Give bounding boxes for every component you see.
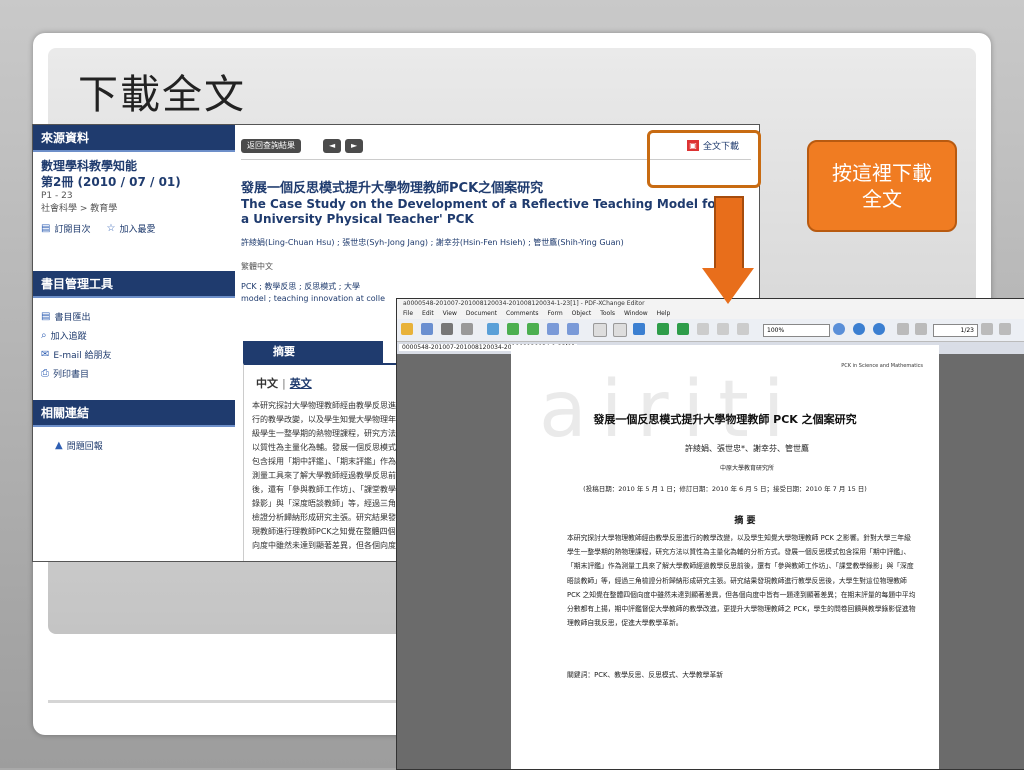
menu-view[interactable]: View <box>443 309 457 319</box>
tools-list: ▤ 書目匯出 ⌕ 加入追蹤 ✉ E-mail 給朋友 ⎙ 列印書目 <box>33 298 235 392</box>
back-icon[interactable] <box>507 323 519 335</box>
page-number-input[interactable]: 1/23 <box>933 324 978 337</box>
slide-title: 下載全文 <box>78 72 246 118</box>
keywords-line-1[interactable]: PCK ; 教學反思 ; 反思模式 ; 大學 <box>241 281 411 293</box>
last-page-icon[interactable] <box>999 323 1011 335</box>
source-heading: 來源資料 <box>33 125 235 152</box>
page-running-header: PCK in Science and Mathematics <box>841 363 923 369</box>
paper-title: 發展一個反思模式提升大學物理教師 PCK 之個案研究 <box>593 413 857 426</box>
pdf-viewer-screenshot: a0000548-201007-201008120034-20100812003… <box>396 298 1024 770</box>
hand-tool-icon[interactable] <box>593 323 607 337</box>
zoom-tool-icon[interactable] <box>833 323 845 335</box>
keyword-list[interactable]: PCK ; 教學反思 ; 反思模式 ; 大學 model ; teaching … <box>241 281 411 305</box>
article-title-zh: 發展一個反思模式提升大學物理教師PCK之個案研究 <box>241 181 544 196</box>
subscribe-icon: ▤ <box>41 223 51 234</box>
star-icon: ☆ <box>106 223 116 234</box>
pdf-menubar: File Edit View Document Comments Form Ob… <box>397 309 1024 319</box>
sidebar: 來源資料 數理學科教學知能 第2冊 (2010 / 07 / 01) P1 - … <box>33 125 235 561</box>
snapshot-icon[interactable] <box>633 323 645 335</box>
subscribe-toc-link[interactable]: 訂閱目次 <box>54 222 90 235</box>
add-favorite-link[interactable]: 加入最愛 <box>119 222 155 235</box>
abstract-lang-zh[interactable]: 中文 <box>256 377 278 390</box>
abstract-language-switch: 中文 | 英文 <box>256 375 312 391</box>
related-heading: 相關連結 <box>33 400 235 427</box>
tool-follow[interactable]: ⌕ 加入追蹤 <box>41 329 227 342</box>
abstract-heading: 摘 要 <box>734 516 756 526</box>
paper-dates: (投稿日期：2010 年 5 月 1 日；修訂日期：2010 年 6 月 5 日… <box>583 485 867 493</box>
mail-icon: ✉ <box>41 349 50 360</box>
paper-keywords: 關鍵詞：PCK、教學反思、反思模式、大學教學革新 <box>567 671 724 679</box>
actual-size-icon[interactable] <box>737 323 749 335</box>
zoom-in-icon[interactable] <box>853 323 865 335</box>
paper-abstract: 本研究探討大學物理教師經由教學反思進行的教學改變，以及學生知覺大學物理教師 PC… <box>567 534 916 628</box>
forward-icon[interactable] <box>527 323 539 335</box>
select-text-icon[interactable] <box>613 323 627 337</box>
first-page-icon[interactable] <box>897 323 909 335</box>
zoom-out-icon[interactable] <box>873 323 885 335</box>
journal-title[interactable]: 數理學科教學知能 <box>41 158 227 174</box>
tools-heading: 書目管理工具 <box>33 271 235 298</box>
fit-width-icon[interactable] <box>717 323 729 335</box>
tool-export[interactable]: ▤ 書目匯出 <box>41 310 227 323</box>
menu-file[interactable]: File <box>403 309 413 319</box>
airiti-watermark: airiti <box>539 365 799 455</box>
article-language: 繁體中文 <box>241 262 273 271</box>
next-page-icon[interactable] <box>981 323 993 335</box>
page-range: P1 - 23 <box>41 191 73 201</box>
warning-icon: ▲ <box>55 440 63 451</box>
undo-icon[interactable] <box>547 323 559 335</box>
abstract-tab[interactable]: 摘要 <box>243 341 383 363</box>
related-list: ▲ 問題回報 <box>33 427 235 464</box>
back-to-results-button[interactable]: 返回查詢結果 <box>241 139 301 153</box>
rotate-left-icon[interactable] <box>657 323 669 335</box>
follow-icon: ⌕ <box>41 330 47 341</box>
pdf-toolbar: 100% 1/23 <box>397 319 1024 342</box>
abstract-lang-en[interactable]: 英文 <box>290 377 312 390</box>
abstract-box: 中文 | 英文 本研究探討大學物理教師經由教學反思進行的教學改變，以及學生知覺大… <box>243 363 415 561</box>
author-list[interactable]: 許綾娟(Ling-Chuan Hsu) ; 張世忠(Syh-Jong Jang)… <box>241 237 624 248</box>
abstract-text: 本研究探討大學物理教師經由教學反思進行的教學改變，以及學生知覺大學物理年級學生一… <box>252 401 396 549</box>
print-icon[interactable] <box>441 323 453 335</box>
download-highlight-box <box>647 130 761 188</box>
zoom-select[interactable]: 100% <box>763 324 830 337</box>
redo-icon[interactable] <box>567 323 579 335</box>
tool-print[interactable]: ⎙ 列印書目 <box>41 367 227 380</box>
sidebar-links-row: ▤ 訂閱目次 ☆ 加入最愛 <box>41 222 227 235</box>
save-icon[interactable] <box>421 323 433 335</box>
tool-email[interactable]: ✉ E-mail 給朋友 <box>41 348 227 361</box>
menu-document[interactable]: Document <box>466 309 497 319</box>
paper-authors: 許綾娟、張世忠*、謝幸芬、管世鷹 <box>685 444 809 453</box>
down-arrow-icon <box>702 268 754 304</box>
category-path[interactable]: 社會科學 > 教育學 <box>41 203 227 216</box>
journal-issue[interactable]: 第2冊 (2010 / 07 / 01) <box>41 174 227 190</box>
email-icon[interactable] <box>487 323 499 335</box>
menu-help[interactable]: Help <box>657 309 671 319</box>
menu-edit[interactable]: Edit <box>422 309 434 319</box>
print-icon: ⎙ <box>41 368 49 379</box>
menu-window[interactable]: Window <box>624 309 648 319</box>
down-arrow-shaft <box>714 196 744 272</box>
prev-page-icon[interactable] <box>915 323 927 335</box>
prev-button[interactable]: ◄ <box>323 139 342 153</box>
open-icon[interactable] <box>401 323 413 335</box>
next-button[interactable]: ► <box>345 139 364 153</box>
source-info: 數理學科教學知能 第2冊 (2010 / 07 / 01) P1 - 23 社會… <box>33 152 235 247</box>
menu-form[interactable]: Form <box>548 309 563 319</box>
paper-affiliation: 中原大學教育研究所 <box>719 465 774 472</box>
article-title-en: The Case Study on the Development of a R… <box>241 197 722 226</box>
pdf-page: airiti PCK in Science and Mathematics 發展… <box>511 345 939 769</box>
menu-object[interactable]: Object <box>572 309 592 319</box>
menu-tools[interactable]: Tools <box>600 309 615 319</box>
scan-icon[interactable] <box>461 323 473 335</box>
instruction-callout: 按這裡下載全文 <box>807 140 957 232</box>
export-icon: ▤ <box>41 311 51 322</box>
rotate-right-icon[interactable] <box>677 323 689 335</box>
fit-page-icon[interactable] <box>697 323 709 335</box>
report-problem-link[interactable]: ▲ 問題回報 <box>41 439 227 452</box>
menu-comments[interactable]: Comments <box>506 309 539 319</box>
keywords-line-2[interactable]: model ; teaching innovation at colle <box>241 293 411 305</box>
abstract-lang-separator: | <box>281 377 286 390</box>
